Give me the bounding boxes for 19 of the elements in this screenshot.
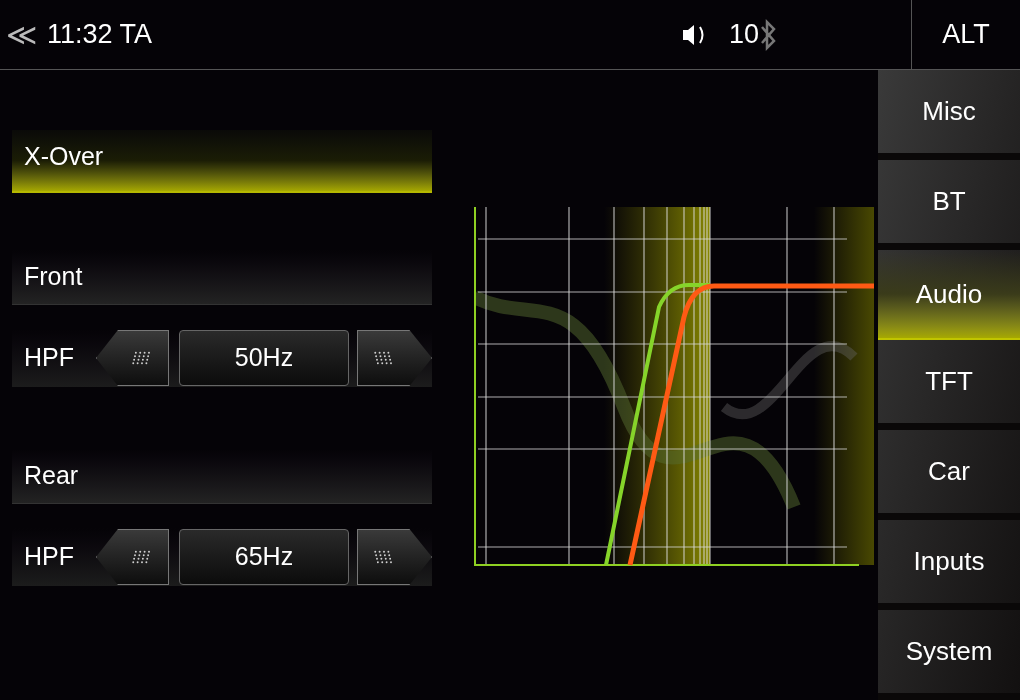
increase-button[interactable] [356, 529, 432, 585]
nav-tab[interactable]: Misc [878, 70, 1020, 160]
nav-tab[interactable]: BT [878, 160, 1020, 250]
nav-tab[interactable]: Inputs [878, 520, 1020, 610]
nav-tab[interactable]: TFT [878, 340, 1020, 430]
back-icon[interactable]: ≪ [6, 19, 37, 50]
frequency-value: 65Hz [179, 529, 349, 585]
decrease-button[interactable] [96, 330, 170, 386]
increase-button[interactable] [356, 330, 432, 386]
filter-label: HPF [23, 342, 75, 374]
clock: 11:32 TA [47, 18, 153, 52]
section-header: X-Over [12, 130, 432, 193]
volume-level: 10 [728, 18, 759, 52]
decrease-button[interactable] [96, 529, 170, 585]
filter-label: HPF [23, 541, 75, 573]
nav-tab[interactable]: Car [878, 430, 1020, 520]
frequency-value: 50Hz [179, 330, 349, 386]
alt-button[interactable]: ALT [912, 0, 1020, 69]
nav-tab[interactable]: System [878, 610, 1020, 700]
